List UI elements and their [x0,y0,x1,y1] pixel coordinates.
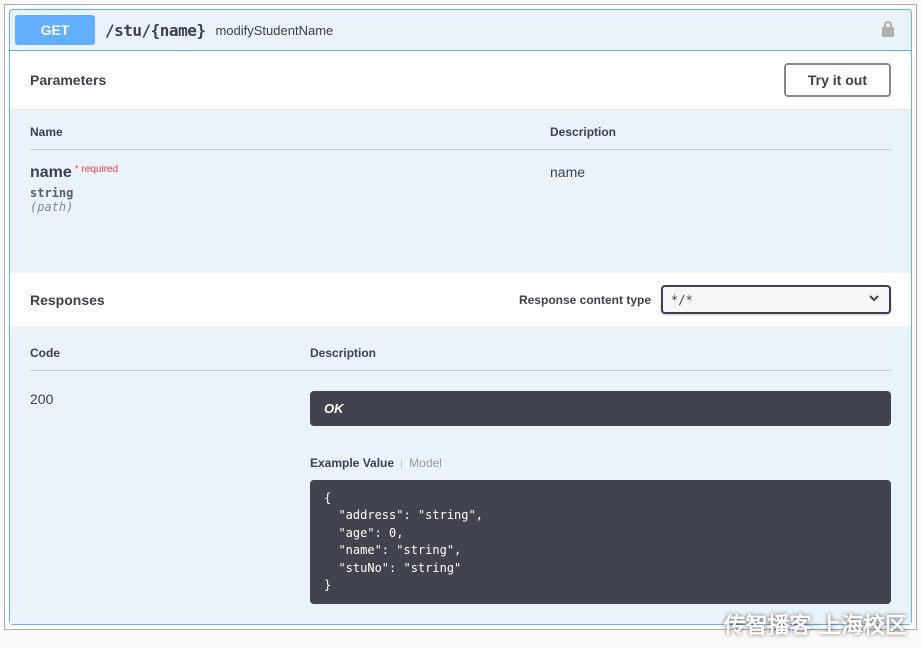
response-description: OK [310,391,891,426]
operation-block: GET /stu/{name} modifyStudentName Parame… [9,9,912,625]
tab-model[interactable]: Model [409,456,442,470]
content-type-label: Response content type [519,293,651,307]
resp-header-code: Code [30,346,310,360]
content-type-select[interactable]: */* [661,285,891,314]
operation-description: modifyStudentName [215,23,333,38]
parameters-title: Parameters [30,72,106,88]
param-location: (path) [30,200,550,214]
parameters-body: Name Description name* required string (… [10,110,911,272]
responses-header: Responses Response content type */* [10,272,911,326]
content-type-value: */* [671,293,693,307]
operation-summary[interactable]: GET /stu/{name} modifyStudentName [10,10,911,51]
param-type: string [30,186,550,200]
response-row: 200 OK Example Value|Model { "address": … [30,371,891,604]
http-method-badge: GET [15,15,95,45]
parameters-header: Parameters Try it out [10,51,911,110]
parameter-row: name* required string (path) name [30,150,891,222]
response-code: 200 [30,391,53,407]
param-name: name [30,164,72,181]
chevron-down-icon [867,291,881,308]
example-tabs: Example Value|Model [310,456,891,470]
lock-icon[interactable] [880,20,906,41]
endpoint-path: /stu/{name} [105,21,205,40]
resp-header-description: Description [310,346,376,360]
try-it-out-button[interactable]: Try it out [784,63,891,97]
example-value-code[interactable]: { "address": "string", "age": 0, "name":… [310,480,891,604]
param-header-name: Name [30,125,550,139]
param-description: name [550,164,891,180]
tab-example-value[interactable]: Example Value [310,456,394,470]
param-required-label: * required [72,164,118,175]
responses-title: Responses [30,292,105,308]
responses-body: Code Description 200 OK Example Value|Mo… [10,326,911,624]
param-header-description: Description [550,125,891,139]
